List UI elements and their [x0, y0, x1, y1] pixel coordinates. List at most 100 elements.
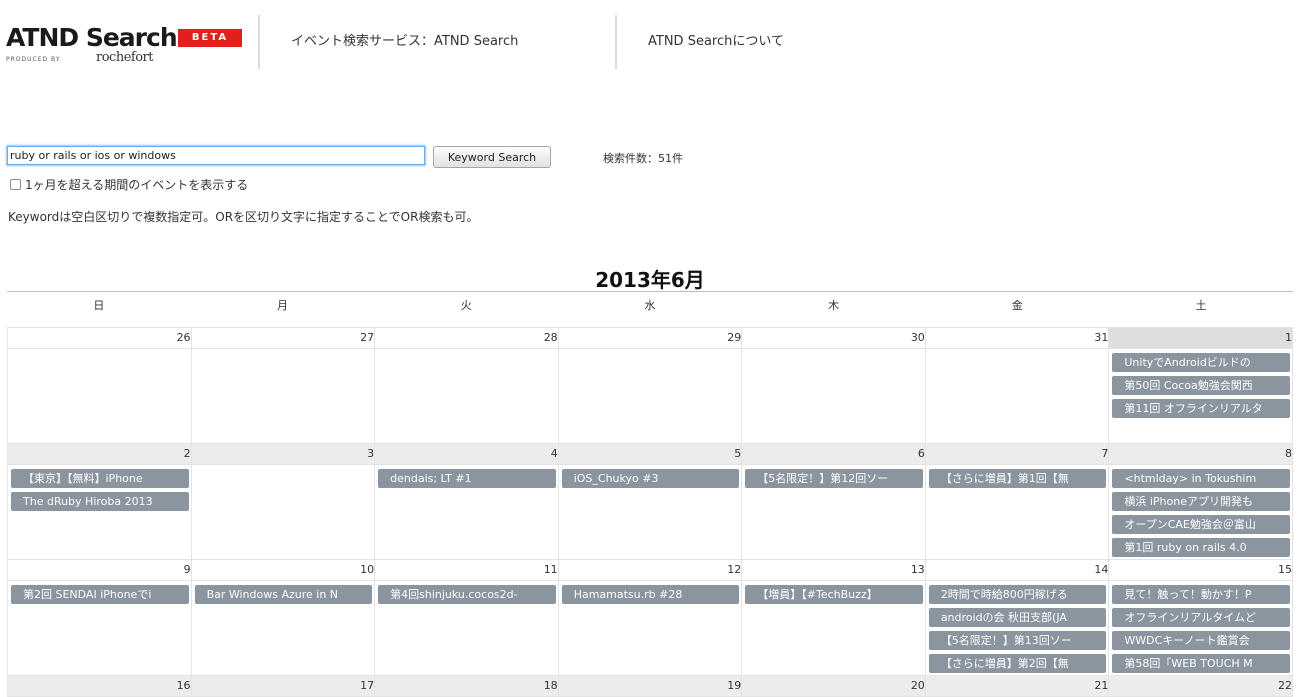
event-link[interactable]: The dRuby Hiroba 2013: [11, 492, 189, 511]
weekday-label: 月: [277, 299, 289, 312]
calendar-week-body: 第2回 SENDAI iPhoneでi Bar Windows Azure in …: [7, 580, 1293, 676]
day-number: 5: [557, 443, 743, 465]
day-cell: UnityでAndroidビルドの 第50回 Cocoa勉強会関西 第11回 オフラ…: [1108, 348, 1293, 444]
day-events: <htmlday> in Tokushim 横浜 iPhoneアプリ開発も オープン…: [1109, 465, 1292, 559]
keyword-search-input[interactable]: [7, 146, 425, 165]
day-cell: [374, 348, 559, 444]
weekday-label: 木: [828, 299, 840, 312]
day-events: 第2回 SENDAI iPhoneでi: [8, 581, 191, 675]
site-logo[interactable]: ATND Search BETA PRODUCED BY rochefort: [6, 22, 246, 70]
calendar-grid: 26 27 28 29 30 31 1 UnityでAndroidビルドの 第50回 Cocoa…: [7, 327, 1293, 697]
day-number: 11: [374, 559, 559, 581]
event-link[interactable]: 横浜 iPhoneアプリ開発も: [1112, 492, 1290, 511]
event-link[interactable]: UnityでAndroidビルドの: [1112, 353, 1290, 372]
day-events: [8, 349, 191, 443]
event-link[interactable]: Bar Windows Azure in N: [194, 585, 373, 604]
calendar-title: 2013年6月: [595, 268, 705, 292]
nav-link-about[interactable]: ATND Searchについて: [648, 30, 784, 49]
day-events: [742, 349, 925, 443]
keyword-search-button[interactable]: Keyword Search: [433, 146, 551, 168]
event-link[interactable]: androidの会 秋田支部(JA: [928, 608, 1107, 627]
event-link[interactable]: オープンCAE勉強会＠富山: [1112, 515, 1290, 534]
day-number: 20: [741, 675, 926, 697]
calendar-week-header: 9 10 11 12 13 14 15: [7, 559, 1293, 581]
event-link[interactable]: 2時間で時給800円稼げる: [928, 585, 1107, 604]
day-events: iOS_Chukyo #3: [558, 465, 742, 559]
event-link[interactable]: オフラインリアルタイムど: [1112, 608, 1290, 627]
event-link[interactable]: Hamamatsu.rb #28: [561, 585, 740, 604]
weekday-label: 土: [1195, 299, 1207, 312]
event-link[interactable]: 第58回「WEB TOUCH M: [1112, 654, 1290, 673]
day-cell: 2時間で時給800円稼げる androidの会 秋田支部(JA 【5名限定！】第13…: [924, 580, 1110, 676]
search-help-text: Keywordは空白区切りで複数指定可。ORを区切り文字に指定することでOR検索…: [8, 210, 479, 224]
event-link[interactable]: 【5名限定！】第12回ソー: [745, 469, 923, 488]
event-link[interactable]: 【東京】【無料】iPhone: [11, 469, 189, 488]
calendar-week-header: 26 27 28 29 30 31 1: [7, 327, 1293, 349]
day-cell: [741, 348, 926, 444]
day-number: 30: [741, 327, 926, 349]
event-link[interactable]: 第2回 SENDAI iPhoneでi: [11, 585, 189, 604]
day-number: 26: [7, 327, 192, 349]
day-number: 29: [557, 327, 743, 349]
day-cell: 第2回 SENDAI iPhoneでi: [7, 580, 192, 676]
day-number: 3: [190, 443, 376, 465]
calendar-week-body: UnityでAndroidビルドの 第50回 Cocoa勉強会関西 第11回 オフラ…: [7, 348, 1293, 444]
long-events-option[interactable]: 1ヶ月を超える期間のイベントを表示する: [10, 176, 248, 192]
day-number: 7: [924, 443, 1110, 465]
event-link[interactable]: 第1回 ruby on rails 4.0: [1112, 538, 1290, 557]
weekday-header: 日 月 火 水 木 金 土: [7, 297, 1293, 313]
day-cell: Hamamatsu.rb #28: [557, 580, 743, 676]
event-link[interactable]: <htmlday> in Tokushim: [1112, 469, 1290, 488]
event-link[interactable]: iOS_Chukyo #3: [561, 469, 740, 488]
day-number: 27: [190, 327, 376, 349]
day-number: 15: [1108, 559, 1293, 581]
day-events: [191, 349, 375, 443]
day-number: 22: [1108, 675, 1293, 697]
weekday-label: 火: [460, 299, 472, 312]
day-events: 【東京】【無料】iPhone The dRuby Hiroba 2013: [8, 465, 191, 559]
event-link[interactable]: 【5名限定！】第13回ソー: [928, 631, 1107, 650]
day-cell: 【さらに増員】第1回【無: [924, 464, 1110, 560]
event-link[interactable]: 【さらに増員】第2回【無: [928, 654, 1107, 673]
day-number: 31: [924, 327, 1110, 349]
site-header: ATND Search BETA PRODUCED BY rochefort イ…: [0, 0, 1300, 80]
day-events: [191, 465, 375, 559]
day-cell: [7, 348, 192, 444]
day-number: 10: [190, 559, 376, 581]
day-cell: 【5名限定！】第12回ソー: [741, 464, 926, 560]
day-events: 2時間で時給800円稼げる androidの会 秋田支部(JA 【5名限定！】第13…: [925, 581, 1109, 675]
long-events-checkbox[interactable]: [10, 178, 21, 190]
day-cell: <htmlday> in Tokushim 横浜 iPhoneアプリ開発も オープン…: [1108, 464, 1293, 560]
produced-by-label: PRODUCED BY: [6, 56, 61, 63]
day-number: 14: [924, 559, 1110, 581]
event-link[interactable]: 【増員】【#TechBuzz】: [745, 585, 923, 604]
day-number: 9: [7, 559, 192, 581]
weekday-label: 日: [93, 299, 105, 312]
day-number: 17: [190, 675, 376, 697]
event-link[interactable]: 第11回 オフラインリアルタ: [1112, 399, 1290, 418]
day-cell: iOS_Chukyo #3: [557, 464, 743, 560]
event-link[interactable]: dendais; LT #1: [378, 469, 556, 488]
day-number: 8: [1108, 443, 1293, 465]
event-link[interactable]: 第50回 Cocoa勉強会関西: [1112, 376, 1290, 395]
day-events: 【増員】【#TechBuzz】: [742, 581, 925, 675]
day-events: UnityでAndroidビルドの 第50回 Cocoa勉強会関西 第11回 オフラ…: [1109, 349, 1292, 443]
event-link[interactable]: 第4回shinjuku.cocos2d-: [378, 585, 556, 604]
event-link[interactable]: 【さらに増員】第1回【無: [928, 469, 1107, 488]
day-cell: [190, 348, 376, 444]
day-events: 第4回shinjuku.cocos2d-: [375, 581, 558, 675]
event-link[interactable]: 見て！触って！動かす！P: [1112, 585, 1290, 604]
brand-name: rochefort: [96, 50, 153, 65]
day-number: 13: [741, 559, 926, 581]
long-events-label: 1ヶ月を超える期間のイベントを表示する: [25, 177, 249, 192]
day-events: 【さらに増員】第1回【無: [925, 465, 1109, 559]
nav-link-service[interactable]: イベント検索サービス：ATND Search: [291, 30, 518, 49]
day-events: 見て！触って！動かす！P オフラインリアルタイムど WWDCキーノート鑑賞会 第58回…: [1109, 581, 1292, 675]
calendar-week-header: 2345678: [7, 443, 1293, 465]
day-events: dendais; LT #1: [375, 465, 558, 559]
day-number: 2: [7, 443, 192, 465]
event-link[interactable]: WWDCキーノート鑑賞会: [1112, 631, 1290, 650]
day-events: 【5名限定！】第12回ソー: [742, 465, 925, 559]
day-cell: dendais; LT #1: [374, 464, 559, 560]
day-events: Hamamatsu.rb #28: [558, 581, 742, 675]
